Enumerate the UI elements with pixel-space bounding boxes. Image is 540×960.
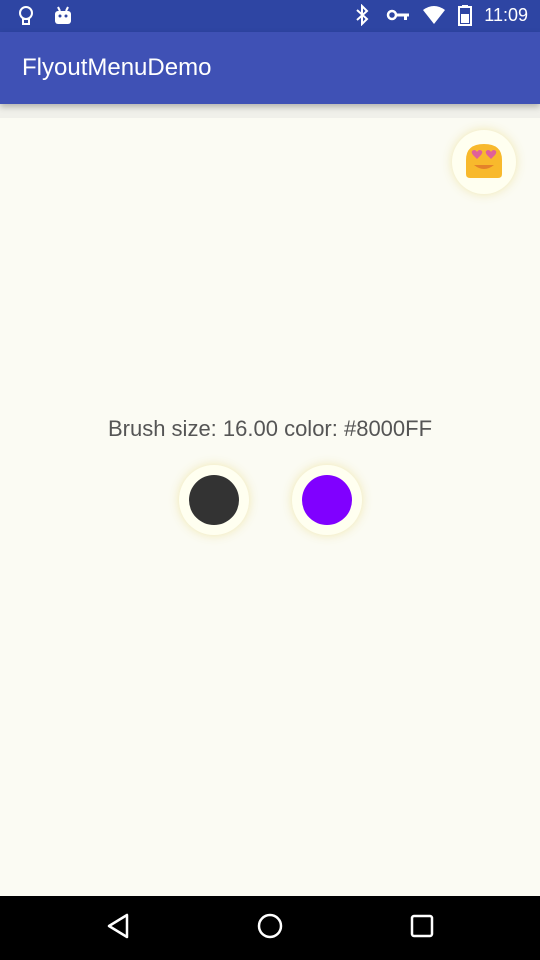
swatch-purple: [302, 475, 352, 525]
home-button[interactable]: [254, 912, 286, 944]
top-strip: [0, 104, 540, 118]
wifi-icon: [422, 4, 446, 26]
navigation-bar: [0, 896, 540, 960]
app-title: FlyoutMenuDemo: [22, 54, 212, 81]
vpn-key-icon: [386, 4, 410, 26]
back-icon: [105, 912, 131, 945]
status-time: 11:09: [484, 4, 528, 25]
emoji-fab-button[interactable]: [452, 130, 516, 194]
battery-icon: [458, 4, 473, 26]
app-bar: FlyoutMenuDemo: [0, 32, 540, 104]
swatch-dark: [189, 475, 239, 525]
home-icon: [256, 912, 284, 945]
brush-info-text: Brush size: 16.00 color: #8000FF: [107, 416, 433, 441]
content-area: Brush size: 16.00 color: #8000FF: [0, 104, 540, 896]
recents-button[interactable]: [406, 912, 438, 944]
swatch-purple-button[interactable]: [292, 465, 362, 535]
recents-icon: [409, 913, 435, 944]
back-button[interactable]: [102, 912, 134, 944]
lightbulb-icon: [16, 5, 36, 27]
status-bar: 11:09: [0, 0, 540, 32]
swatch-dark-button[interactable]: [179, 465, 249, 535]
heart-eyes-emoji-icon: [462, 138, 506, 187]
bluetooth-icon: [354, 3, 374, 27]
android-icon: [52, 5, 72, 27]
